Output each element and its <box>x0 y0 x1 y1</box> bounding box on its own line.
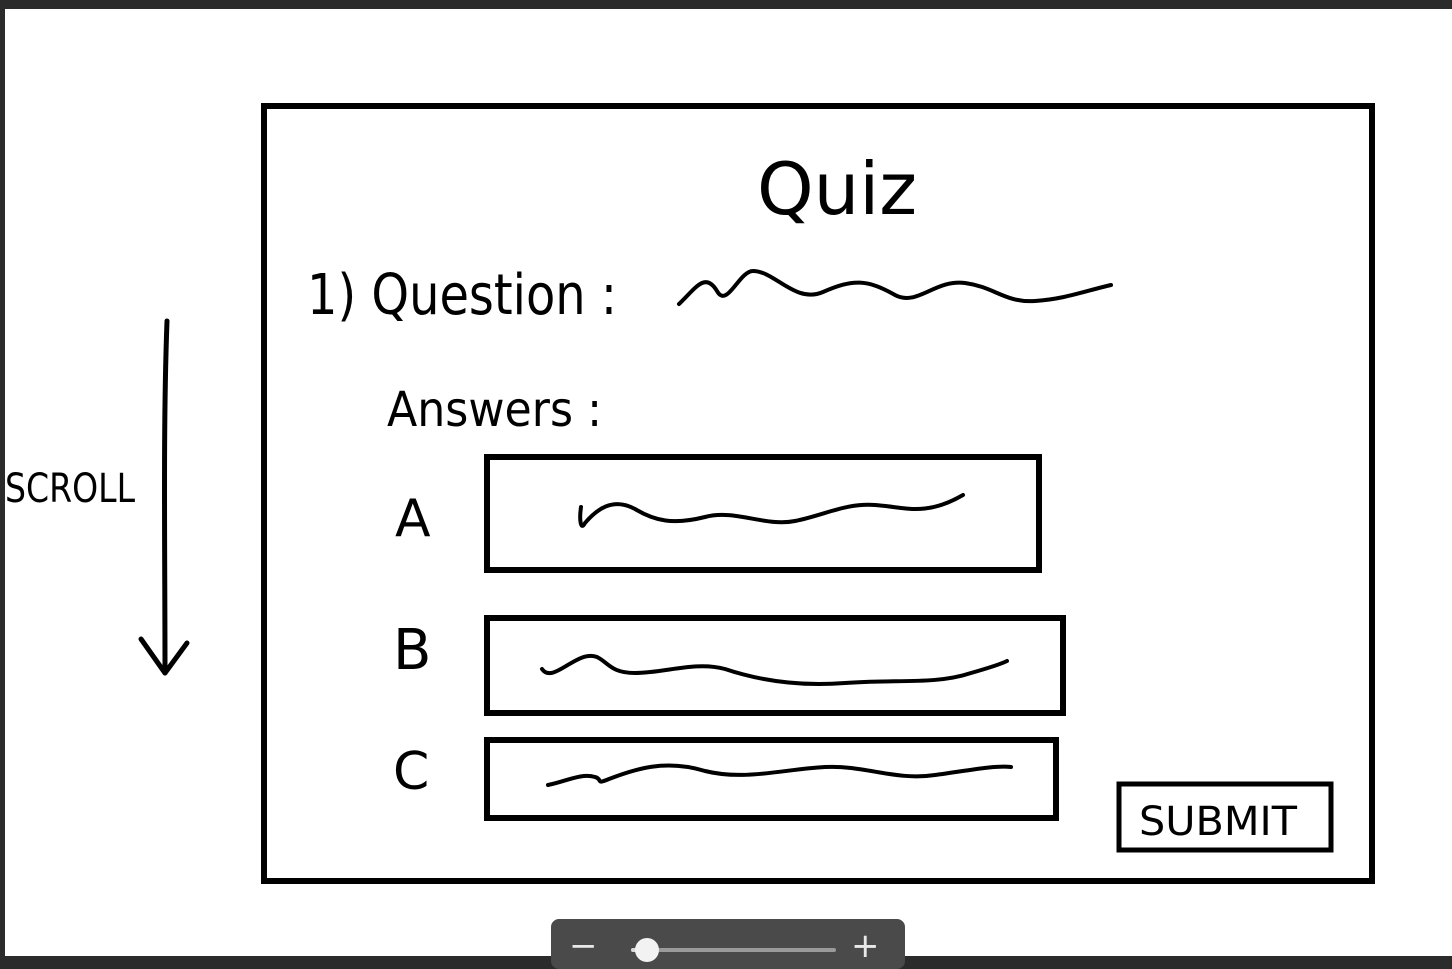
quiz-title: Quiz <box>757 147 917 231</box>
answers-label: Answers : <box>387 382 602 438</box>
option-text-scribble-c <box>546 763 1013 787</box>
option-box-a[interactable] <box>484 454 1042 573</box>
question-text-scribble <box>677 268 1113 306</box>
answer-option-a[interactable]: A <box>395 454 1042 573</box>
zoom-in-button[interactable]: + <box>851 929 880 963</box>
zoom-out-button[interactable]: − <box>569 929 598 963</box>
zoom-slider-track[interactable] <box>631 948 836 952</box>
answer-option-c[interactable]: C <box>393 737 1059 821</box>
zoom-control: − + <box>551 919 905 969</box>
option-box-b[interactable] <box>484 615 1066 716</box>
option-letter-c: C <box>393 742 429 802</box>
wireframe-sketch: SCROLL Quiz 1) Question : Answers : A B … <box>5 103 1375 884</box>
option-text-scribble-b <box>540 653 1009 687</box>
option-letter-a: A <box>395 489 431 549</box>
drawing-canvas: SCROLL Quiz 1) Question : Answers : A B … <box>5 9 1452 956</box>
scroll-label: SCROLL <box>5 466 136 512</box>
submit-button[interactable]: SUBMIT <box>1116 781 1334 853</box>
submit-button-label: SUBMIT <box>1139 799 1298 845</box>
option-text-scribble-a <box>578 493 965 528</box>
scroll-arrow-shaft <box>162 318 170 676</box>
zoom-slider-thumb[interactable] <box>635 938 660 962</box>
question-label: 1) Question : <box>307 263 617 328</box>
answer-option-b[interactable]: B <box>393 615 1066 716</box>
option-letter-b: B <box>393 618 431 683</box>
